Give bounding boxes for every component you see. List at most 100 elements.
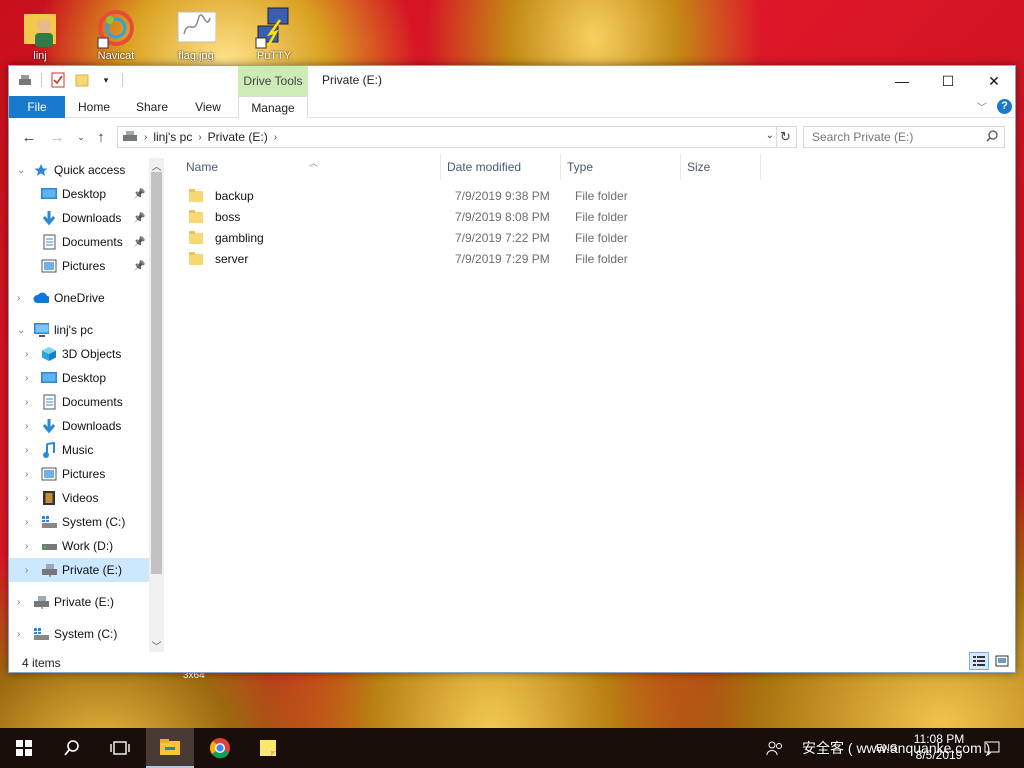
notifications-icon[interactable]	[984, 728, 1000, 768]
help-icon[interactable]: ?	[997, 99, 1012, 114]
new-folder-icon[interactable]	[74, 72, 90, 88]
nav-item-private-e[interactable]: › Private (E:)	[9, 558, 149, 582]
task-view-button[interactable]	[96, 728, 144, 768]
nav-item-private-e[interactable]: › Private (E:)	[9, 590, 149, 614]
start-button[interactable]	[0, 728, 48, 768]
column-header-type[interactable]: Type	[561, 154, 681, 180]
nav-item-label: System (C:)	[54, 627, 118, 641]
recent-locations-chevron-icon[interactable]: ⌄	[71, 132, 91, 143]
nav-item-videos[interactable]: › Videos	[9, 486, 149, 510]
taskbar-clock[interactable]: 11:08 PM 8/5/2019	[902, 731, 976, 763]
pin-icon[interactable]: 📌	[133, 189, 145, 200]
table-row[interactable]: server 7/9/2019 7:29 PM File folder	[169, 249, 769, 270]
breadcrumb-separator-chevron-icon[interactable]: ›	[144, 132, 147, 143]
column-header-label: Size	[687, 160, 711, 174]
tab-manage[interactable]: Manage	[238, 96, 308, 119]
expand-chevron-icon[interactable]: ›	[17, 629, 20, 640]
scrollbar-thumb[interactable]	[151, 172, 162, 574]
nav-item-label: Downloads	[62, 419, 122, 433]
tab-share[interactable]: Share	[127, 96, 177, 118]
column-header-name[interactable]: Name ︿	[169, 154, 441, 180]
address-history-dropdown-icon[interactable]: ⌄	[766, 130, 774, 141]
desktop-icon-flag[interactable]: flag.jpg	[166, 6, 226, 62]
details-view-button[interactable]	[969, 652, 989, 670]
scroll-down-chevron-icon[interactable]: ﹀	[149, 638, 164, 653]
nav-item-linj-s-pc[interactable]: ⌄ linj's pc	[9, 318, 149, 342]
breadcrumb-private-drive[interactable]: Private (E:)	[208, 130, 268, 144]
taskbar-file-explorer[interactable]	[146, 728, 194, 768]
table-row[interactable]: backup 7/9/2019 9:38 PM File folder	[169, 186, 769, 207]
column-header-size[interactable]: Size	[681, 154, 761, 180]
taskbar-search-button[interactable]	[48, 728, 96, 768]
properties-checklist-icon[interactable]	[50, 72, 66, 88]
search-input[interactable]: Search Private (E:)	[803, 126, 1005, 148]
maximize-button[interactable]: ☐	[925, 66, 971, 96]
nav-item-label: Downloads	[62, 211, 122, 225]
nav-item-documents[interactable]: Documents 📌	[9, 230, 149, 254]
expand-ribbon-chevron-icon[interactable]: ﹀	[977, 99, 987, 114]
expand-chevron-icon[interactable]: ›	[25, 445, 28, 456]
pin-icon[interactable]: 📌	[133, 261, 145, 272]
forward-arrow-icon[interactable]: →	[47, 129, 67, 146]
expand-chevron-icon[interactable]: ›	[25, 517, 28, 528]
refresh-button[interactable]: ↻	[775, 126, 797, 148]
nav-item-documents[interactable]: › Documents	[9, 390, 149, 414]
expand-chevron-icon[interactable]: ›	[17, 597, 20, 608]
expand-chevron-icon[interactable]: ›	[25, 541, 28, 552]
taskbar-chrome[interactable]	[196, 728, 244, 768]
taskbar-sticky-notes[interactable]	[244, 728, 292, 768]
back-arrow-icon[interactable]: ←	[19, 129, 39, 146]
expand-chevron-icon[interactable]: ›	[25, 469, 28, 480]
minimize-button[interactable]: —	[879, 66, 925, 96]
expand-chevron-icon[interactable]: ›	[25, 397, 28, 408]
nav-item-3d-objects[interactable]: › 3D Objects	[9, 342, 149, 366]
large-icons-view-button[interactable]	[992, 652, 1012, 670]
properties-drive-icon[interactable]	[17, 72, 33, 88]
scroll-up-chevron-icon[interactable]: ︿	[149, 158, 164, 173]
nav-item-quick-access[interactable]: ⌄ Quick access	[9, 158, 149, 182]
customize-toolbar-chevron-icon[interactable]: ▾	[98, 72, 114, 88]
nav-item-music[interactable]: › Music	[9, 438, 149, 462]
tab-file[interactable]: File	[9, 96, 65, 118]
address-bar[interactable]: › linj's pc › Private (E:) › ⌄	[117, 126, 777, 148]
tab-home[interactable]: Home	[69, 96, 119, 118]
navigation-scrollbar[interactable]: ︿ ﹀	[149, 158, 164, 653]
nav-item-desktop[interactable]: Desktop 📌	[9, 182, 149, 206]
column-header-date-modified[interactable]: Date modified	[441, 154, 561, 180]
title-bar[interactable]: ▾ Drive Tools Private (E:) — ☐ ✕	[9, 66, 1015, 96]
up-arrow-icon[interactable]: ↑	[91, 129, 111, 146]
nav-item-system-c[interactable]: › System (C:)	[9, 510, 149, 534]
nav-item-downloads[interactable]: › Downloads	[9, 414, 149, 438]
expand-chevron-icon[interactable]: ›	[25, 421, 28, 432]
pictures-icon	[41, 466, 57, 482]
expand-chevron-icon[interactable]: ›	[25, 493, 28, 504]
close-button[interactable]: ✕	[971, 66, 1017, 96]
collapse-chevron-icon[interactable]: ⌄	[17, 165, 25, 176]
nav-item-desktop[interactable]: › Desktop	[9, 366, 149, 390]
nav-item-work-d[interactable]: › Work (D:)	[9, 534, 149, 558]
breadcrumb-separator-chevron-icon[interactable]: ›	[198, 132, 201, 143]
nav-item-onedrive[interactable]: › OneDrive	[9, 286, 149, 310]
table-row[interactable]: gambling 7/9/2019 7:22 PM File folder	[169, 228, 769, 249]
desktop-icon-navicat[interactable]: Navicat	[86, 6, 146, 62]
nav-item-pictures[interactable]: › Pictures	[9, 462, 149, 486]
desktop-icon-putty[interactable]: PuTTY	[244, 6, 304, 62]
table-row[interactable]: boss 7/9/2019 8:08 PM File folder	[169, 207, 769, 228]
expand-chevron-icon[interactable]: ›	[17, 293, 20, 304]
nav-item-pictures[interactable]: Pictures 📌	[9, 254, 149, 278]
breadcrumb-pc[interactable]: linj's pc	[153, 130, 192, 144]
nav-item-label: Private (E:)	[62, 563, 123, 577]
desktop-icon-user-folder[interactable]: linj	[10, 6, 70, 62]
pin-icon[interactable]: 📌	[133, 213, 145, 224]
expand-chevron-icon[interactable]: ›	[25, 373, 28, 384]
expand-chevron-icon[interactable]: ›	[25, 565, 28, 576]
pin-icon[interactable]: 📌	[133, 237, 145, 248]
nav-item-downloads[interactable]: Downloads 📌	[9, 206, 149, 230]
breadcrumb-separator-chevron-icon[interactable]: ›	[274, 132, 277, 143]
nav-item-system-c[interactable]: › System (C:)	[9, 622, 149, 646]
collapse-chevron-icon[interactable]: ⌄	[17, 325, 25, 336]
input-language-indicator[interactable]: ENG	[876, 728, 898, 768]
people-icon[interactable]	[766, 728, 784, 768]
tab-view[interactable]: View	[183, 96, 233, 118]
expand-chevron-icon[interactable]: ›	[25, 349, 28, 360]
